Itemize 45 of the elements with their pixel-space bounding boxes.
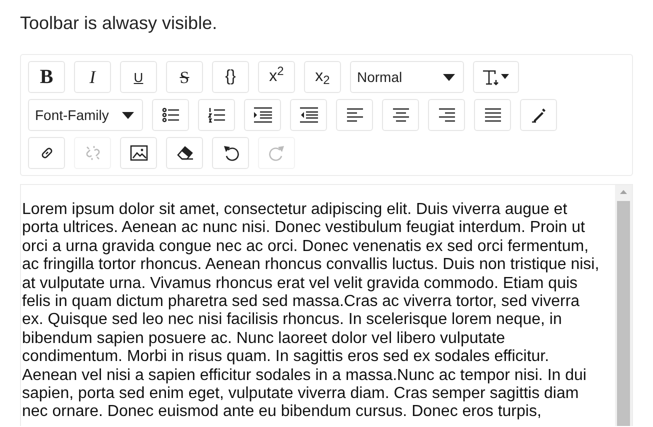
align-left-icon: [346, 107, 364, 123]
toolbar-button[interactable]: [212, 137, 249, 169]
toolbar-button[interactable]: x$^{2}$: [258, 61, 295, 93]
scrollbar[interactable]: [615, 185, 632, 426]
toolbar-button[interactable]: [290, 99, 327, 131]
align-right-icon: [438, 107, 456, 123]
heading: Toolbar is alwasy visible.: [20, 12, 218, 34]
toolbar-button[interactable]: [244, 99, 281, 131]
undo-icon: [222, 144, 238, 162]
broken-link-icon: [84, 145, 100, 161]
numbered-list-icon: [208, 107, 226, 123]
toolbar-button[interactable]: [198, 99, 235, 131]
outdent-icon: [298, 107, 318, 123]
toolbar-button[interactable]: U: [120, 61, 157, 93]
text-size-icon: [482, 68, 510, 86]
bulleted-list-icon: [162, 107, 180, 123]
toolbar-button[interactable]: [474, 99, 511, 131]
redo-icon: [268, 144, 284, 162]
toolbar-button[interactable]: [120, 137, 157, 169]
toolbar-button[interactable]: I: [74, 61, 111, 93]
dropdown[interactable]: Font-Family: [28, 99, 143, 131]
link-icon: [38, 145, 54, 161]
toolbar-button[interactable]: [28, 137, 65, 169]
indent-icon: [252, 107, 272, 123]
toolbar-button[interactable]: B: [28, 61, 65, 93]
align-center-icon: [392, 107, 410, 123]
toolbar-button[interactable]: {}: [212, 61, 249, 93]
image-icon: [130, 145, 148, 161]
toolbar-button[interactable]: [428, 99, 465, 131]
dropdown[interactable]: Normal: [350, 61, 464, 93]
text-size-dropdown[interactable]: [473, 61, 519, 93]
align-justify-icon: [484, 107, 502, 123]
toolbar-button[interactable]: [520, 99, 557, 131]
toolbar-button[interactable]: [166, 137, 203, 169]
toolbar-button[interactable]: x$_{2}$: [304, 61, 341, 93]
scrollbar-thumb[interactable]: [617, 201, 630, 426]
caret-icon: [443, 74, 455, 80]
pen-icon: [530, 107, 546, 123]
eraser-icon: [176, 145, 194, 161]
caret-icon: [122, 112, 134, 118]
toolbar-button[interactable]: [336, 99, 373, 131]
editor-text: Lorem ipsum dolor sit amet, consectetur adipiscing elit. Duis viverra augue et porta ultrices. Aenean ac nunc nisi. Donec vestibulum feugiat interdum. Proin ut orci a urna gravida congue nec ac orci. Donec venenatis ex sed orci fermentum, ac fringilla tortor rhoncus. Aenean rhoncus convallis luctus. Duis non tristique nisi, at vulputate urna. Vivamus rhoncus erat vel velit gravida commodo. Etiam quis felis in quam dictum pharetra sed sed massa.Cras ac viverra tortor, sed viverra ex. Quisque sed leo nec nisi facilisis rhoncus. In scelerisque lorem neque, in bibendum sapien posuere ac. Nunc laoreet dolor vel libero vulputate condimentum. Morbi in risus quam. In sagittis eros sed ex sodales efficitur. Aenean vel nisi a sapien efficitur sodales in a massa.Nunc ac tempor nisi. In dui sapien, porta sed enim eget, vulputate viverra diam. Cras semper sagittis diam nec ornare. Donec euismod ante eu bibendum cursus. Donec eros turpis,: [21, 200, 600, 422]
toolbar-button[interactable]: S: [166, 61, 203, 93]
toolbar-button[interactable]: [152, 99, 189, 131]
toolbar-button[interactable]: [382, 99, 419, 131]
